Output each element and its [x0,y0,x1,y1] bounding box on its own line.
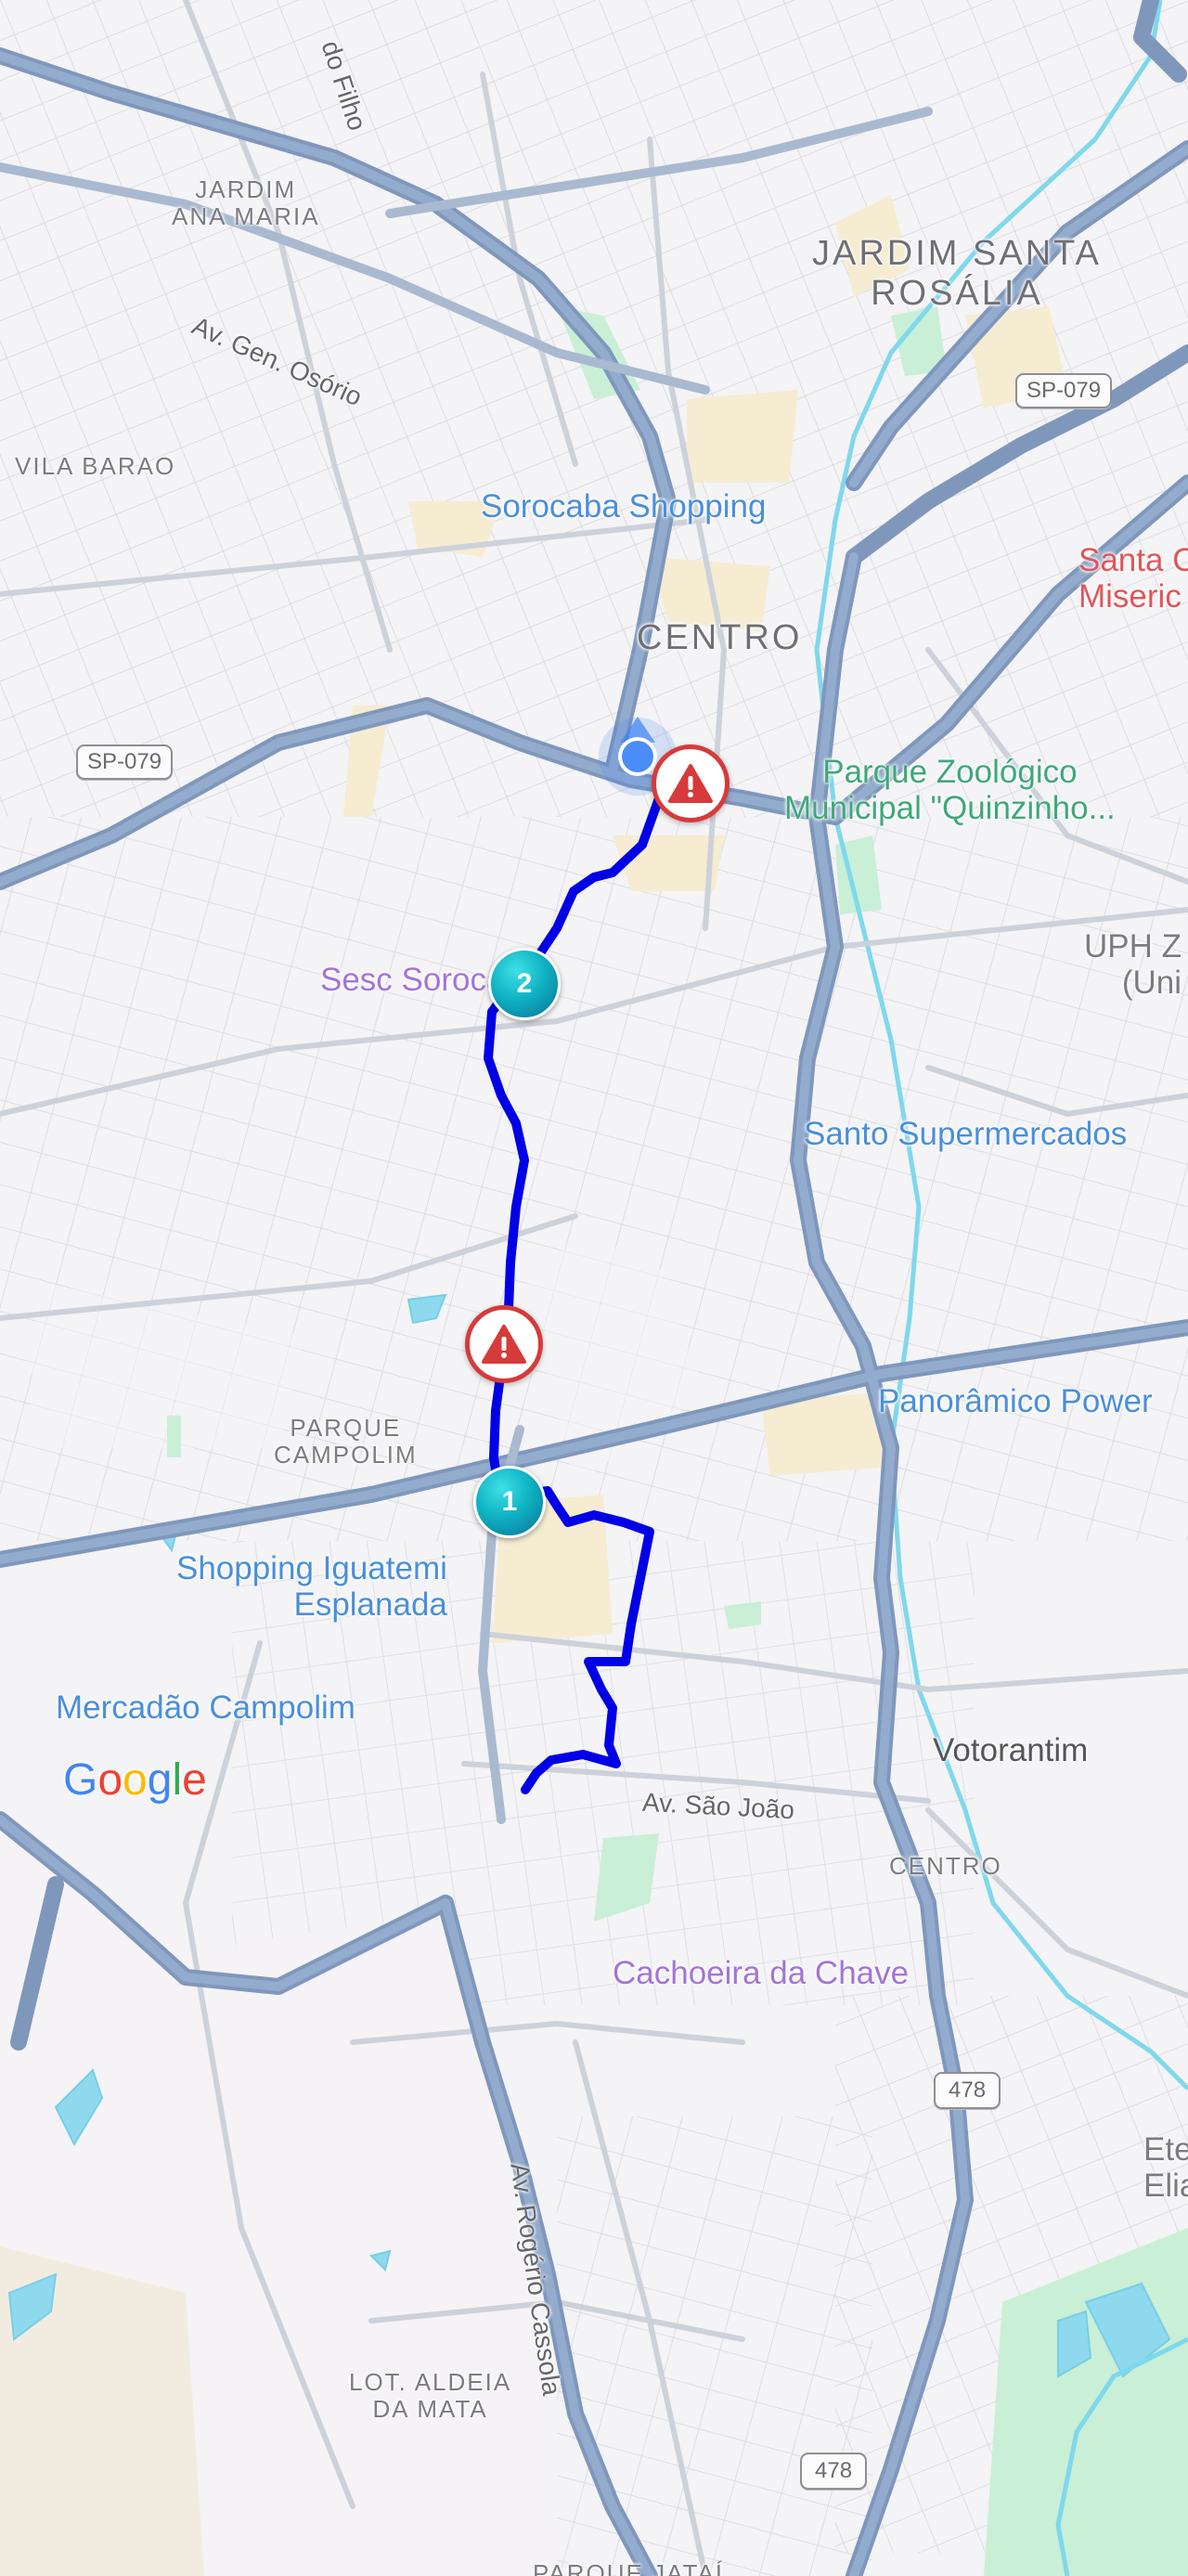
poi-panoramico-power[interactable]: Panorâmico Power [878,1383,1153,1419]
poi-parque-zoologico[interactable]: Parque Zoológico Municipal "Quinzinho... [784,754,1116,826]
poi-mercadao-campolim[interactable]: Mercadão Campolim [56,1689,355,1726]
highway-shield-sp079-west: SP-079 [76,744,174,780]
area-label-centro: CENTRO [637,618,803,657]
highway-shield-sp079: SP-079 [1015,373,1113,408]
area-label-lot-aldeia-da-mata: LOT. ALDEIA DA MATA [349,2368,512,2424]
map-view[interactable]: do Filho JARDIM ANA MARIA JARDIM SANTA R… [0,0,1188,2576]
alert-marker-centro[interactable] [652,744,730,822]
alert-marker-campolim[interactable] [465,1305,543,1383]
route-waypoint-1[interactable]: 1 [473,1466,546,1538]
area-label-jardim-ana-maria: JARDIM ANA MARIA [172,175,320,231]
poi-santo-supermercados[interactable]: Santo Supermercados [804,1116,1127,1152]
warning-icon [668,764,713,803]
poi-santa-casa[interactable]: Santa C Miseric [1078,542,1188,615]
google-logo: Google [63,1755,207,1805]
highway-shield-478: 478 [934,2072,1001,2109]
highway-shield-478-south: 478 [800,2453,868,2490]
poi-ete-elias[interactable]: Ete Elia [1143,2131,1188,2204]
map-canvas[interactable] [0,0,1188,2576]
area-label-centro-votorantim: CENTRO [889,1852,1002,1880]
city-label-votorantim: Votorantim [933,1732,1089,1768]
area-label-parque-campolim: PARQUE CAMPOLIM [274,1414,418,1469]
warning-icon [482,1325,526,1364]
area-label-jardim-santa-rosalia: JARDIM SANTA ROSÁLIA [812,234,1102,313]
poi-shopping-iguatemi[interactable]: Shopping Iguatemi Esplanada [176,1550,447,1623]
area-label-parque-jatai: PARQUE JATAÍ [533,2559,725,2576]
poi-sorocaba-shopping[interactable]: Sorocaba Shopping [481,488,766,524]
route-waypoint-2[interactable]: 2 [488,948,561,1020]
poi-cachoeira-da-chave[interactable]: Cachoeira da Chave [613,1955,909,1991]
area-label-vila-barao: VILA BARAO [15,452,176,480]
poi-uph[interactable]: UPH Z (Uni [1084,928,1182,1001]
